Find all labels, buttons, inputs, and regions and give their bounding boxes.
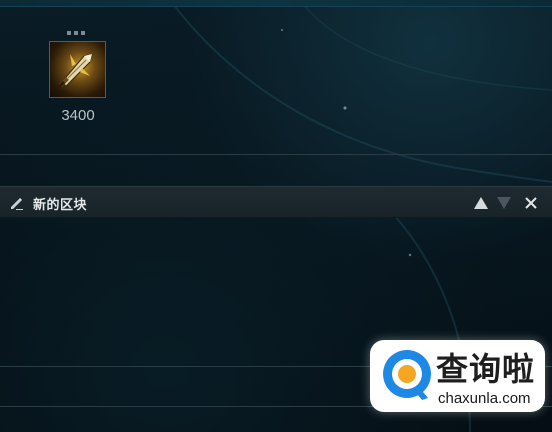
top-band xyxy=(0,0,552,7)
item-stack-indicator xyxy=(67,31,85,35)
watermark: 查询啦 chaxunla.com xyxy=(370,340,545,412)
item-price: 3400 xyxy=(61,107,95,124)
pencil-icon[interactable] xyxy=(9,195,25,211)
magnifier-logo-icon xyxy=(376,344,438,406)
triangle-up-icon[interactable] xyxy=(473,195,489,211)
watermark-title: 查询啦 xyxy=(436,350,536,388)
watermark-domain: chaxunla.com xyxy=(438,390,531,407)
section-divider xyxy=(0,154,552,155)
triangle-down-icon[interactable] xyxy=(496,195,512,211)
block-title[interactable]: 新的区块 xyxy=(33,194,87,213)
block-header: 新的区块 xyxy=(0,186,552,218)
sword-item-icon[interactable] xyxy=(49,41,106,98)
close-icon[interactable] xyxy=(523,195,539,211)
